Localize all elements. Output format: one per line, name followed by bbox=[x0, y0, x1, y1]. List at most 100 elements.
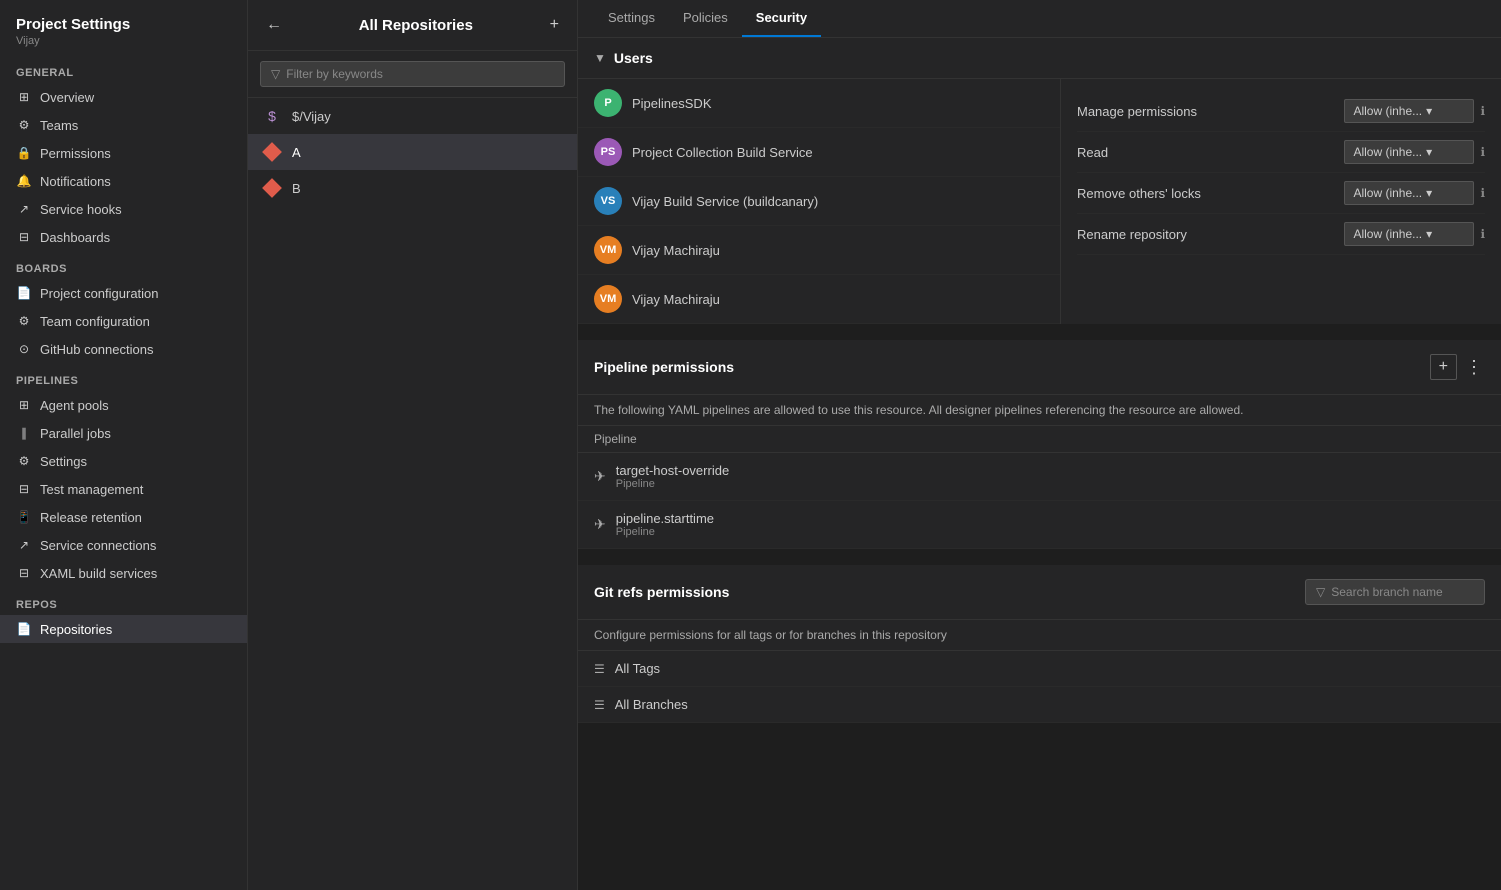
users-table: P PipelinesSDK PS Project Collection Bui… bbox=[578, 79, 1501, 324]
permission-label-remove-locks: Remove others' locks bbox=[1077, 186, 1344, 201]
sidebar-label-settings: Settings bbox=[40, 454, 87, 469]
sidebar-item-project-configuration[interactable]: 📄 Project configuration bbox=[0, 279, 247, 307]
info-icon-remove-locks[interactable]: ℹ bbox=[1480, 186, 1485, 200]
pipeline-section: Pipeline permissions + ⋮ The following Y… bbox=[578, 340, 1501, 549]
permission-select-rename[interactable]: Allow (inhe... ▾ bbox=[1344, 222, 1474, 246]
user-row-project-collection[interactable]: PS Project Collection Build Service bbox=[578, 128, 1060, 177]
sidebar-item-service-hooks[interactable]: ↗ Service hooks bbox=[0, 195, 247, 223]
avatar-initials: VM bbox=[600, 244, 617, 256]
permission-select-remove-locks[interactable]: Allow (inhe... ▾ bbox=[1344, 181, 1474, 205]
sidebar-label-permissions: Permissions bbox=[40, 146, 111, 161]
sidebar-label-notifications: Notifications bbox=[40, 174, 111, 189]
user-row-pipelines-sdk[interactable]: P PipelinesSDK bbox=[578, 79, 1060, 128]
repo-item-a[interactable]: A bbox=[248, 134, 577, 170]
sidebar-label-team-configuration: Team configuration bbox=[40, 314, 150, 329]
parallel-icon: ∥ bbox=[16, 425, 32, 441]
avatar-initials: P bbox=[604, 97, 611, 109]
permissions-panel: Manage permissions Allow (inhe... ▾ ℹ Re… bbox=[1061, 79, 1501, 324]
search-branch-input[interactable]: ▽ Search branch name bbox=[1305, 579, 1485, 605]
sidebar-item-test-management[interactable]: ⊟ Test management bbox=[0, 475, 247, 503]
sidebar-label-service-connections: Service connections bbox=[40, 538, 156, 553]
avatar-project-collection: PS bbox=[594, 138, 622, 166]
repo-item-b[interactable]: B bbox=[248, 170, 577, 206]
sidebar-item-settings[interactable]: ⚙ Settings bbox=[0, 447, 247, 475]
repo-list: $ $/Vijay A B bbox=[248, 98, 577, 890]
sidebar-label-xaml-build: XAML build services bbox=[40, 566, 157, 581]
avatar-initials: PS bbox=[601, 146, 616, 158]
add-repo-button[interactable]: + bbox=[548, 14, 561, 36]
sidebar-item-parallel-jobs[interactable]: ∥ Parallel jobs bbox=[0, 419, 247, 447]
phone-icon: 📱 bbox=[16, 509, 32, 525]
sidebar-item-notifications[interactable]: 🔔 Notifications bbox=[0, 167, 247, 195]
pipeline-more-button[interactable]: ⋮ bbox=[1463, 354, 1485, 380]
user-name-vijay-machiraju-1: Vijay Machiraju bbox=[632, 243, 720, 258]
permission-select-manage[interactable]: Allow (inhe... ▾ bbox=[1344, 99, 1474, 123]
back-button[interactable]: ← bbox=[264, 14, 284, 36]
repo-item-dollar-vijay[interactable]: $ $/Vijay bbox=[248, 98, 577, 134]
filter-icon: ▽ bbox=[271, 67, 280, 81]
search-icon: ▽ bbox=[1316, 585, 1325, 599]
users-header: ▼ Users bbox=[578, 38, 1501, 79]
pipeline-name-starttime: pipeline.starttime bbox=[616, 511, 714, 526]
sidebar-item-service-connections[interactable]: ↗ Service connections bbox=[0, 531, 247, 559]
tab-settings[interactable]: Settings bbox=[594, 0, 669, 37]
pipeline-row-starttime[interactable]: ✈ pipeline.starttime Pipeline bbox=[578, 501, 1501, 549]
sidebar-label-parallel-jobs: Parallel jobs bbox=[40, 426, 111, 441]
gear-icon: ⚙ bbox=[16, 453, 32, 469]
sidebar-label-overview: Overview bbox=[40, 90, 94, 105]
middle-title: All Repositories bbox=[359, 17, 473, 34]
sidebar-item-teams[interactable]: ⚙ Teams bbox=[0, 111, 247, 139]
test-icon: ⊟ bbox=[16, 481, 32, 497]
pipeline-type-target-host: Pipeline bbox=[616, 478, 729, 490]
main-content: Settings Policies Security ▼ Users P Pip… bbox=[578, 0, 1501, 890]
sidebar-item-xaml-build[interactable]: ⊟ XAML build services bbox=[0, 559, 247, 587]
section-general: General bbox=[0, 55, 247, 83]
sidebar-item-agent-pools[interactable]: ⊞ Agent pools bbox=[0, 391, 247, 419]
hook-icon: ↗ bbox=[16, 201, 32, 217]
search-branch-placeholder: Search branch name bbox=[1331, 585, 1442, 599]
info-icon-rename[interactable]: ℹ bbox=[1480, 227, 1485, 241]
add-pipeline-button[interactable]: + bbox=[1430, 354, 1457, 380]
sidebar-item-repositories[interactable]: 📄 Repositories bbox=[0, 615, 247, 643]
sidebar-label-repositories: Repositories bbox=[40, 622, 112, 637]
chevron-down-icon: ▾ bbox=[1426, 104, 1432, 118]
gitrefs-row-all-tags[interactable]: ☰ All Tags bbox=[578, 651, 1501, 687]
repo-label-a: A bbox=[292, 145, 301, 160]
tab-policies[interactable]: Policies bbox=[669, 0, 742, 37]
user-row-vijay-build-service[interactable]: VS Vijay Build Service (buildcanary) bbox=[578, 177, 1060, 226]
filter-input[interactable]: ▽ Filter by keywords bbox=[260, 61, 565, 87]
gitrefs-section: Git refs permissions ▽ Search branch nam… bbox=[578, 565, 1501, 723]
sidebar-label-project-configuration: Project configuration bbox=[40, 286, 159, 301]
pipeline-header-actions: + ⋮ bbox=[1430, 354, 1485, 380]
user-name-pipelines-sdk: PipelinesSDK bbox=[632, 96, 712, 111]
pipeline-description: The following YAML pipelines are allowed… bbox=[578, 395, 1501, 426]
permission-select-read[interactable]: Allow (inhe... ▾ bbox=[1344, 140, 1474, 164]
user-row-vijay-machiraju-1[interactable]: VM Vijay Machiraju bbox=[578, 226, 1060, 275]
info-icon-manage[interactable]: ℹ bbox=[1480, 104, 1485, 118]
bell-icon: 🔔 bbox=[16, 173, 32, 189]
collapse-icon[interactable]: ▼ bbox=[594, 51, 606, 65]
info-icon-read[interactable]: ℹ bbox=[1480, 145, 1485, 159]
tab-security[interactable]: Security bbox=[742, 0, 821, 37]
users-list: P PipelinesSDK PS Project Collection Bui… bbox=[578, 79, 1061, 324]
repo-icon: 📄 bbox=[16, 621, 32, 637]
gitrefs-row-all-branches[interactable]: ☰ All Branches bbox=[578, 687, 1501, 723]
permission-row-read: Read Allow (inhe... ▾ ℹ bbox=[1077, 132, 1485, 173]
sidebar-item-release-retention[interactable]: 📱 Release retention bbox=[0, 503, 247, 531]
sidebar-item-overview[interactable]: ⊞ Overview bbox=[0, 83, 247, 111]
avatar-initials: VM bbox=[600, 293, 617, 305]
pipeline-name-target-host: target-host-override bbox=[616, 463, 729, 478]
sidebar-item-permissions[interactable]: 🔒 Permissions bbox=[0, 139, 247, 167]
user-row-vijay-machiraju-2[interactable]: VM Vijay Machiraju bbox=[578, 275, 1060, 324]
gitrefs-description: Configure permissions for all tags or fo… bbox=[578, 620, 1501, 651]
permission-control-read: Allow (inhe... ▾ ℹ bbox=[1344, 140, 1485, 164]
sidebar-item-github-connections[interactable]: ⊙ GitHub connections bbox=[0, 335, 247, 363]
pipeline-row-target-host[interactable]: ✈ target-host-override Pipeline bbox=[578, 453, 1501, 501]
permission-label-read: Read bbox=[1077, 145, 1344, 160]
sidebar-item-dashboards[interactable]: ⊟ Dashboards bbox=[0, 223, 247, 251]
user-name-project-collection: Project Collection Build Service bbox=[632, 145, 813, 160]
diamond-repo-icon-b bbox=[262, 178, 282, 198]
sidebar-label-agent-pools: Agent pools bbox=[40, 398, 109, 413]
sidebar-item-team-configuration[interactable]: ⚙ Team configuration bbox=[0, 307, 247, 335]
sidebar-label-github-connections: GitHub connections bbox=[40, 342, 153, 357]
